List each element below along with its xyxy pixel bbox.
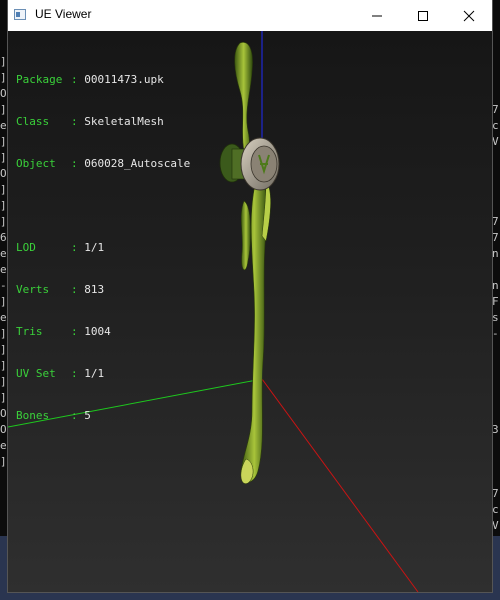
console-char: ] [0,183,7,196]
class-label: Class [16,115,50,128]
console-char: 7 [492,103,499,116]
console-char: ] [0,151,7,164]
package-label: Package [16,73,63,86]
package-value: 00011473.upk [84,73,164,86]
title-bar[interactable]: UE Viewer [8,0,492,31]
console-char: O [0,87,7,100]
mesh-info-overlay: Package: 00011473.upk Class: SkeletalMes… [16,45,190,451]
bones-label: Bones [16,409,50,422]
bones-value: 5 [84,409,91,422]
info-tris-row: Tris: 1004 [16,325,111,338]
console-char: 7 [492,231,499,244]
console-char: V [492,519,499,532]
3d-viewport[interactable]: Package: 00011473.upk Class: SkeletalMes… [8,31,492,592]
verts-value: 813 [84,283,105,296]
uvset-value: 1/1 [84,367,105,380]
console-char: n [492,247,499,260]
lod-value: 1/1 [84,241,105,254]
info-lod-row: LOD: 1/1 [16,241,105,254]
maximize-button[interactable] [400,0,446,31]
tris-value: 1004 [84,325,111,338]
console-char: ] [0,375,7,388]
console-char: c [492,503,499,516]
console-char: e [0,439,7,452]
console-char: 3 [492,423,499,436]
console-char: O [0,407,7,420]
close-button[interactable] [446,0,492,31]
console-char: ] [0,103,7,116]
uvset-label: UV Set [16,367,56,380]
console-char: F [492,295,499,308]
lod-label: LOD [16,241,36,254]
console-char: c [492,119,499,132]
console-char: s [492,311,499,324]
console-char: ] [0,55,7,68]
console-char: e [0,263,7,276]
app-window-icon [14,9,26,20]
console-char: O [0,167,7,180]
console-char: ] [0,455,7,468]
close-icon [463,10,475,22]
console-char: ] [0,71,7,84]
console-char: V [492,135,499,148]
console-char: n [492,279,499,292]
console-char: ] [0,343,7,356]
console-char: 7 [492,487,499,500]
console-char: e [0,119,7,132]
window-title: UE Viewer [35,7,92,21]
info-package-row: Package: 00011473.upk [16,73,164,86]
info-object-row: Object: 060028_Autoscale [16,157,191,170]
console-char: - [492,327,499,340]
console-char: e [0,247,7,260]
verts-label: Verts [16,283,50,296]
console-char: 7 [492,215,499,228]
x-axis-line [261,378,419,592]
console-char: - [0,279,7,292]
class-value: SkeletalMesh [84,115,164,128]
object-label: Object [16,157,56,170]
console-char: ] [0,327,7,340]
console-char: O [0,423,7,436]
console-char: e [0,311,7,324]
minimize-button[interactable] [354,0,400,31]
console-char: ] [0,199,7,212]
maximize-icon [418,11,428,21]
console-char: ] [0,359,7,372]
console-char: ] [0,215,7,228]
console-char: ] [0,391,7,404]
info-bones-row: Bones: 5 [16,409,91,422]
skeletal-mesh-model [219,42,280,484]
console-char: ] [0,135,7,148]
console-char: ] [0,295,7,308]
info-verts-row: Verts: 813 [16,283,105,296]
object-value: 060028_Autoscale [84,157,191,170]
console-char: 6 [0,231,7,244]
ue-viewer-window[interactable]: UE Viewer Package: 00011473.upk Class:… [8,0,492,592]
minimize-icon [372,15,382,17]
tris-label: Tris [16,325,43,338]
info-uvset-row: UV Set: 1/1 [16,367,105,380]
info-class-row: Class: SkeletalMesh [16,115,164,128]
